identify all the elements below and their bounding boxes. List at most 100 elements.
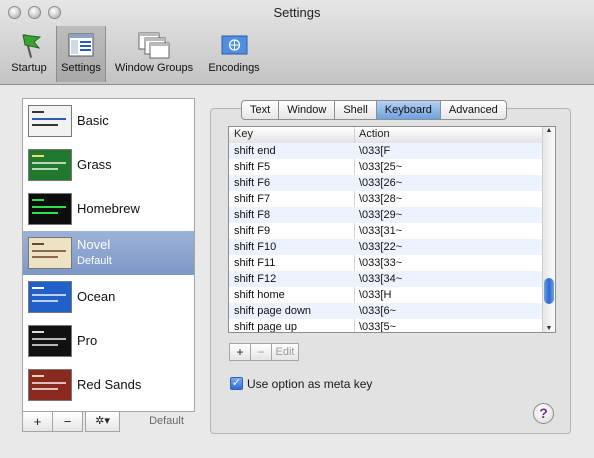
profile-name: Ocean (77, 289, 116, 304)
window-title: Settings (273, 5, 321, 20)
settings-window: Settings Startup Settings Window Groups … (0, 0, 594, 458)
key-column-header[interactable]: Key (234, 128, 253, 140)
startup-flag-icon (14, 30, 44, 63)
default-button[interactable]: Default (140, 411, 193, 432)
add-profile-button[interactable]: + (22, 411, 53, 432)
table-row[interactable]: shift F7 \033[28~ (229, 191, 543, 207)
action-cell: \033[H (359, 289, 392, 301)
toolbar-window-groups[interactable]: Window Groups (108, 26, 200, 82)
key-cell: shift page up (234, 321, 297, 333)
profile-novel-thumbnail (28, 237, 72, 269)
action-cell: \033[34~ (359, 273, 403, 285)
key-cell: shift end (234, 145, 276, 157)
action-cell: \033[31~ (359, 225, 403, 237)
action-cell: \033[26~ (359, 177, 403, 189)
option-as-meta-checkbox[interactable]: ✓ (230, 377, 243, 390)
remove-profile-button[interactable]: − (52, 411, 83, 432)
profile-default-tag: Default (77, 255, 112, 267)
tab-advanced[interactable]: Advanced (441, 101, 506, 119)
toolbar-encodings-label: Encodings (208, 62, 260, 74)
profile-name: Novel (77, 237, 111, 252)
profiles-buttons: + − ✲▾ Default (22, 411, 193, 432)
profile-basic[interactable]: Basic (23, 99, 194, 143)
table-row[interactable]: shift home \033[H (229, 287, 543, 303)
settings-tabs: Text Window Shell Keyboard Advanced (241, 100, 507, 120)
action-cell: \033[33~ (359, 257, 403, 269)
key-cell: shift F12 (234, 273, 277, 285)
profile-red-sands-thumbnail (28, 369, 72, 401)
profile-name: Homebrew (77, 201, 140, 216)
profile-homebrew-thumbnail (28, 193, 72, 225)
table-row[interactable]: shift F10 \033[22~ (229, 239, 543, 255)
key-cell: shift F10 (234, 241, 277, 253)
option-as-meta-label[interactable]: Use option as meta key (247, 377, 372, 391)
toolbar-startup[interactable]: Startup (6, 26, 52, 82)
key-cell: shift F7 (234, 193, 271, 205)
edit-key-mapping-button[interactable]: Edit (271, 343, 299, 361)
table-row[interactable]: shift end \033[F (229, 143, 543, 159)
profile-ocean[interactable]: Ocean (23, 275, 194, 319)
title-bar: Settings Startup Settings Window Groups … (0, 0, 594, 85)
table-row[interactable]: shift F6 \033[26~ (229, 175, 543, 191)
toolbar-settings[interactable]: Settings (56, 26, 106, 82)
profile-ocean-thumbnail (28, 281, 72, 313)
action-cell: \033[22~ (359, 241, 403, 253)
toolbar-encodings[interactable]: Encodings (204, 26, 264, 82)
action-column-header[interactable]: Action (359, 128, 390, 140)
profile-basic-thumbnail (28, 105, 72, 137)
profile-name: Basic (77, 113, 109, 128)
action-cell: \033[28~ (359, 193, 403, 205)
toolbar-settings-label: Settings (61, 62, 101, 74)
profile-novel[interactable]: Novel Default (23, 231, 194, 275)
key-cell: shift F8 (234, 209, 271, 221)
table-scrollbar[interactable]: ▲ ▼ (542, 127, 555, 332)
tab-text[interactable]: Text (242, 101, 280, 119)
profile-pro-thumbnail (28, 325, 72, 357)
key-cell: shift F11 (234, 257, 276, 269)
settings-window-icon (66, 30, 96, 63)
scroll-down-arrow-icon[interactable]: ▼ (543, 325, 555, 332)
toolbar-startup-label: Startup (11, 62, 47, 74)
profile-action-menu-button[interactable]: ✲▾ (85, 411, 120, 432)
action-cell: \033[29~ (359, 209, 403, 221)
profile-pro[interactable]: Pro (23, 319, 194, 363)
action-cell: \033[6~ (359, 305, 397, 317)
profile-red-sands[interactable]: Red Sands (23, 363, 194, 407)
gear-icon: ✲▾ (95, 415, 110, 427)
key-cell: shift home (234, 289, 285, 301)
tab-shell[interactable]: Shell (335, 101, 377, 119)
table-row[interactable]: shift F5 \033[25~ (229, 159, 543, 175)
add-key-mapping-button[interactable]: + (229, 343, 251, 361)
tab-keyboard[interactable]: Keyboard (376, 101, 441, 119)
table-row[interactable]: shift F8 \033[29~ (229, 207, 543, 223)
action-cell: \033[25~ (359, 161, 403, 173)
key-cell: shift F6 (234, 177, 271, 189)
table-row[interactable]: shift page up \033[5~ (229, 319, 543, 333)
table-row[interactable]: shift page down \033[6~ (229, 303, 543, 319)
key-cell: shift F9 (234, 225, 271, 237)
key-mapping-table[interactable]: Key Action shift end \033[F shift F5 \033[2… (228, 126, 556, 333)
profiles-list[interactable]: Basic Grass Homebrew Novel Default Ocean… (22, 98, 195, 412)
profile-name: Grass (77, 157, 112, 172)
table-row[interactable]: shift F11 \033[33~ (229, 255, 543, 271)
profile-grass-thumbnail (28, 149, 72, 181)
profile-name: Red Sands (77, 377, 142, 392)
action-cell: \033[5~ (359, 321, 397, 333)
help-button[interactable]: ? (533, 403, 554, 424)
profile-name: Pro (77, 333, 98, 348)
key-cell: shift F5 (234, 161, 271, 173)
profile-grass[interactable]: Grass (23, 143, 194, 187)
table-header: Key Action (229, 127, 543, 144)
encodings-flag-icon (219, 30, 249, 63)
key-cell: shift page down (234, 305, 312, 317)
tab-window[interactable]: Window (279, 101, 336, 119)
window-groups-icon (137, 30, 171, 63)
toolbar-window-groups-label: Window Groups (114, 62, 194, 74)
table-row[interactable]: shift F9 \033[31~ (229, 223, 543, 239)
profile-homebrew[interactable]: Homebrew (23, 187, 194, 231)
scroll-up-arrow-icon[interactable]: ▲ (543, 127, 555, 134)
scrollbar-thumb[interactable] (544, 278, 554, 304)
remove-key-mapping-button[interactable]: − (250, 343, 272, 361)
table-row[interactable]: shift F12 \033[34~ (229, 271, 543, 287)
action-cell: \033[F (359, 145, 391, 157)
